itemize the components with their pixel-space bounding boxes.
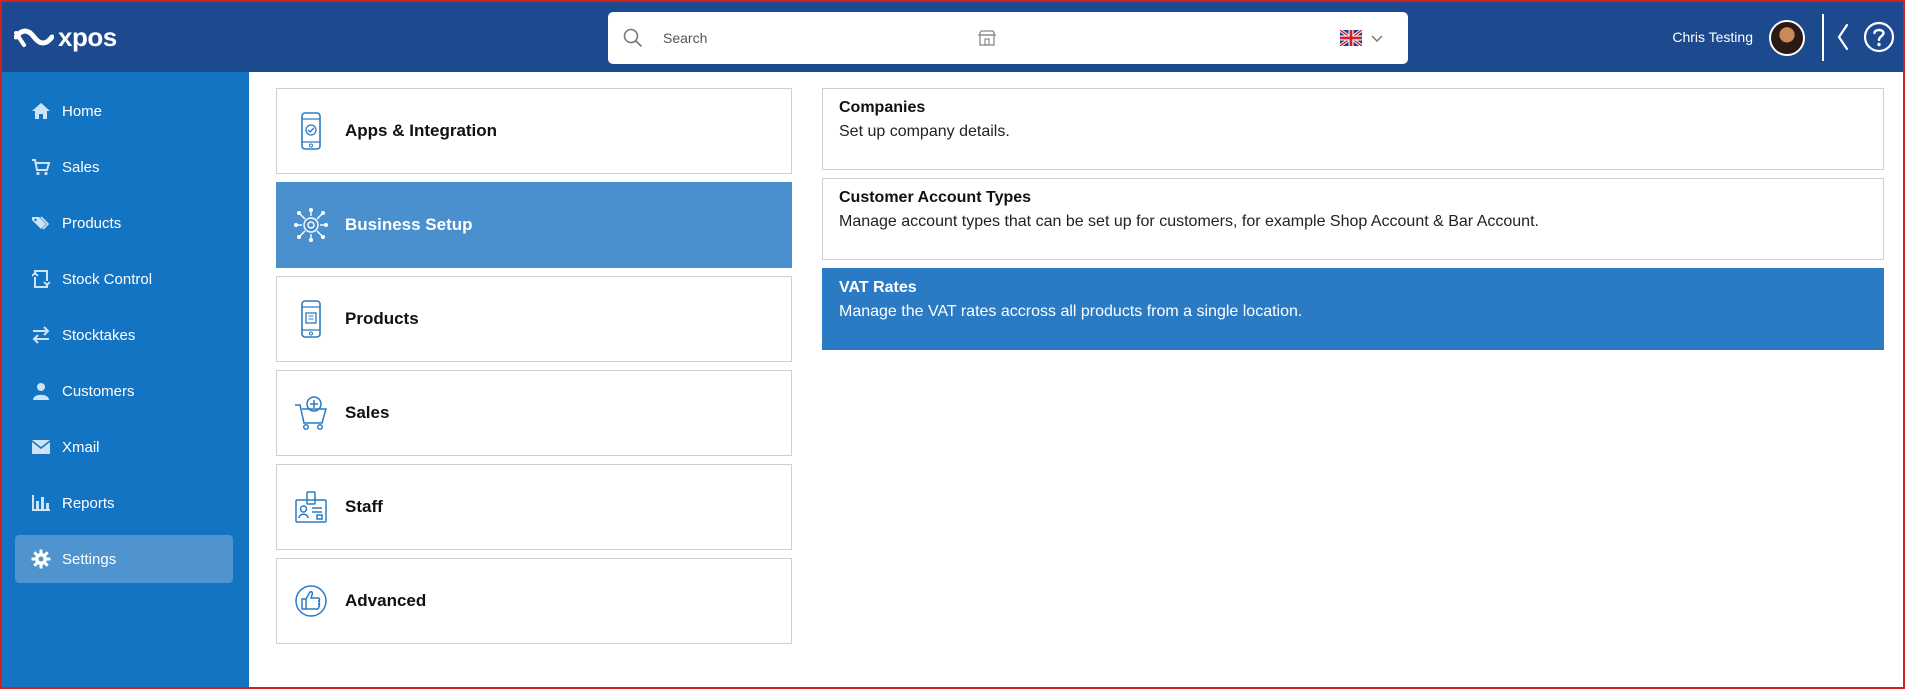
category-label: Business Setup <box>345 215 473 234</box>
item-description: Manage account types that can be set up … <box>839 213 1539 230</box>
cart-icon <box>30 156 52 178</box>
logo-text: xpos <box>58 22 117 52</box>
category-label: Advanced <box>345 591 427 610</box>
sidebar-item-label: Stock Control <box>62 270 153 288</box>
cart-plus-icon <box>291 391 331 435</box>
mail-icon <box>30 436 52 458</box>
user-icon <box>30 380 52 402</box>
bar-chart-icon <box>30 492 52 514</box>
category-apps-integration[interactable]: Apps & Integration <box>276 88 792 174</box>
category-business-setup[interactable]: Business Setup <box>276 182 792 268</box>
search-input[interactable] <box>663 27 963 49</box>
sidebar-item-customers[interactable]: Customers <box>15 367 233 415</box>
sidebar-item-label: Xmail <box>62 438 100 456</box>
sidebar-item-label: Customers <box>62 382 135 400</box>
category-staff[interactable]: Staff <box>276 464 792 550</box>
chevron-down-icon[interactable] <box>1370 32 1384 44</box>
stock-icon <box>30 268 52 290</box>
chevron-left-icon[interactable] <box>1836 23 1850 51</box>
network-gear-icon <box>291 203 331 247</box>
category-label: Apps & Integration <box>345 121 498 140</box>
item-description: Manage the VAT rates accross all product… <box>839 303 1303 320</box>
sidebar-item-reports[interactable]: Reports <box>15 479 233 527</box>
search-icon <box>623 28 642 47</box>
logo-icon <box>14 28 54 47</box>
category-products[interactable]: Products <box>276 276 792 362</box>
category-advanced[interactable]: Advanced <box>276 558 792 644</box>
avatar[interactable] <box>1769 20 1805 56</box>
sidebar-item-label: Settings <box>62 550 117 568</box>
exchange-icon <box>30 324 52 346</box>
phone-product-icon <box>291 297 331 341</box>
sidebar-item-stocktakes[interactable]: Stocktakes <box>15 311 233 359</box>
sidebar-item-label: Reports <box>62 494 115 512</box>
sidebar-item-products[interactable]: Products <box>15 199 233 247</box>
sidebar-item-sales[interactable]: Sales <box>15 143 233 191</box>
item-title: Companies <box>839 99 926 116</box>
sidebar: Home Sales Products Stock Control Stockt… <box>0 72 249 689</box>
divider <box>1822 14 1824 61</box>
settings-item-customer-account-types[interactable]: Customer Account Types Manage account ty… <box>822 178 1884 260</box>
phone-app-icon <box>291 109 331 153</box>
settings-item-companies[interactable]: Companies Set up company details. <box>822 88 1884 170</box>
user-name[interactable]: Chris Testing <box>1672 29 1753 45</box>
logo[interactable]: xpos <box>14 22 117 53</box>
item-title: Customer Account Types <box>839 189 1032 206</box>
help-icon[interactable] <box>1863 21 1895 53</box>
category-label: Products <box>345 309 419 328</box>
settings-item-vat-rates[interactable]: VAT Rates Manage the VAT rates accross a… <box>822 268 1884 350</box>
item-title: VAT Rates <box>839 279 917 296</box>
item-description: Set up company details. <box>839 123 1010 140</box>
category-label: Sales <box>345 403 390 422</box>
thumbs-up-icon <box>291 579 331 623</box>
sidebar-item-settings[interactable]: Settings <box>15 535 233 583</box>
store-icon[interactable] <box>978 29 996 47</box>
sidebar-item-label: Products <box>62 214 122 232</box>
sidebar-item-xmail[interactable]: Xmail <box>15 423 233 471</box>
category-label: Staff <box>345 497 383 516</box>
tags-icon <box>30 212 52 234</box>
uk-flag-icon[interactable] <box>1340 30 1362 46</box>
sidebar-item-label: Stocktakes <box>62 326 136 344</box>
id-badge-icon <box>291 485 331 529</box>
sidebar-item-home[interactable]: Home <box>15 87 233 135</box>
gear-icon <box>30 548 52 570</box>
sidebar-item-label: Sales <box>62 158 100 176</box>
search-bar <box>608 12 1408 64</box>
category-sales[interactable]: Sales <box>276 370 792 456</box>
sidebar-item-label: Home <box>62 102 103 120</box>
home-icon <box>30 100 52 122</box>
sidebar-item-stock-control[interactable]: Stock Control <box>15 255 233 303</box>
top-bar: xpos Chris Testing <box>0 0 1905 72</box>
